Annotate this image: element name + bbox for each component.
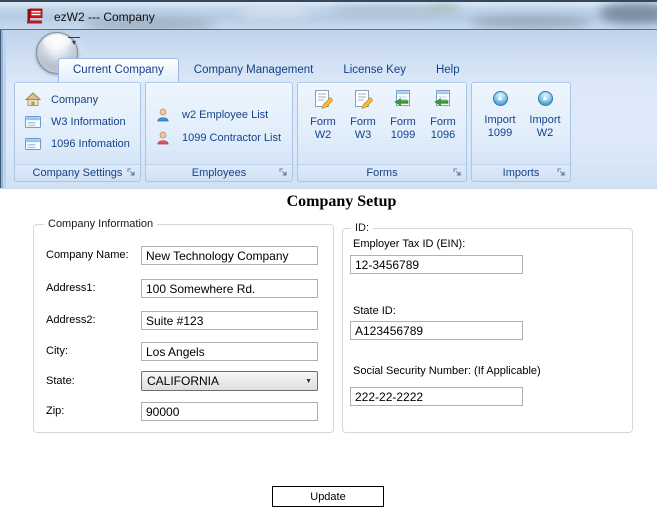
- page-title: Company Setup: [286, 193, 397, 210]
- update-button[interactable]: Update: [272, 486, 384, 507]
- table-icon: [25, 136, 42, 151]
- window-left-border: [0, 30, 6, 188]
- state-selected-value: CALIFORNIA: [147, 374, 220, 388]
- address1-input[interactable]: [141, 279, 318, 298]
- state-select[interactable]: CALIFORNIA ▼: [141, 371, 318, 391]
- company-name-input[interactable]: [141, 246, 318, 265]
- quick-access-dropdown-icon[interactable]: ▾: [68, 37, 80, 49]
- zip-label: Zip:: [46, 405, 65, 417]
- tab-help[interactable]: Help: [421, 58, 475, 82]
- tab-company-management[interactable]: Company Management: [179, 58, 329, 82]
- ssn-input[interactable]: [350, 387, 523, 406]
- ein-input[interactable]: [350, 255, 523, 274]
- ribbon-item-label: Company: [51, 93, 99, 106]
- ribbon-item-label: w2 Employee List: [182, 108, 269, 121]
- app-icon[interactable]: [26, 8, 44, 25]
- group-employees: w2 Employee List 1099 Contractor List Em…: [145, 82, 293, 182]
- address2-input[interactable]: [141, 311, 318, 330]
- window-title: ezW2 --- Company: [54, 10, 155, 24]
- ribbon-item-form-1099[interactable]: Form 1099: [381, 87, 425, 142]
- person-blue-icon: [156, 107, 173, 122]
- dialog-launcher-icon[interactable]: [556, 167, 567, 178]
- glass-reflection: [240, 8, 310, 18]
- chevron-down-icon: ▼: [305, 377, 312, 385]
- title-bar: ezW2 --- Company: [0, 0, 657, 30]
- company-information-groupbox: Company Information Company Name: Addres…: [33, 218, 334, 433]
- form-edit-icon: [353, 89, 374, 109]
- group-label-employees: Employees: [146, 164, 292, 181]
- group-imports: ▲ Import 1099 ▲ Import W2 Imports: [471, 82, 571, 182]
- glass-reflection: [330, 4, 440, 16]
- ribbon-item-label: W3 Information: [51, 115, 126, 128]
- address2-label: Address2:: [46, 314, 96, 326]
- ribbon-item-label: Form W3: [350, 116, 376, 141]
- ribbon-item-form-w3[interactable]: Form W3: [341, 87, 385, 142]
- table-icon: [25, 114, 42, 129]
- group-label-text: Company Settings: [32, 167, 123, 179]
- ribbon-item-w3-information[interactable]: W3 Information: [15, 111, 136, 132]
- state-id-label: State ID:: [353, 305, 396, 317]
- ribbon-item-label: 1099 Contractor List: [182, 131, 282, 144]
- group-company-settings: Company W3 Information 1096 Infomation C…: [14, 82, 141, 182]
- address1-label: Address1:: [46, 282, 96, 294]
- dialog-launcher-icon[interactable]: [126, 167, 137, 178]
- import-up-icon: ▲: [537, 91, 553, 106]
- glass-reflection: [600, 2, 657, 24]
- ribbon-item-company[interactable]: Company: [15, 89, 136, 110]
- group-label-imports: Imports: [472, 164, 570, 181]
- ribbon-item-form-1096[interactable]: Form 1096: [421, 87, 465, 142]
- zip-input[interactable]: [141, 402, 318, 421]
- form-import-icon: [433, 89, 453, 109]
- group-forms: Form W2 Form W3 Form 1099 Form 1096 Form…: [297, 82, 467, 182]
- glass-reflection: [430, 2, 460, 12]
- company-name-label: Company Name:: [46, 249, 129, 261]
- ribbon-item-1099-contractor-list[interactable]: 1099 Contractor List: [146, 127, 288, 148]
- ribbon-item-label: Import 1099: [484, 114, 516, 139]
- city-input[interactable]: [141, 342, 318, 361]
- group-label-forms: Forms: [298, 164, 466, 181]
- ribbon: ▾ Current Company Company Management Lic…: [0, 30, 657, 188]
- form-import-icon: [393, 89, 413, 109]
- ribbon-item-label: Form 1096: [430, 116, 456, 141]
- group-label-company-settings: Company Settings: [15, 164, 140, 181]
- glass-reflection: [470, 16, 590, 29]
- ribbon-item-label: Form 1099: [390, 116, 416, 141]
- ribbon-item-form-w2[interactable]: Form W2: [301, 87, 345, 142]
- state-id-input[interactable]: [350, 321, 523, 340]
- state-label: State:: [46, 375, 75, 387]
- group-label-text: Forms: [366, 167, 398, 179]
- ribbon-tab-bar: Current Company Company Management Licen…: [58, 56, 475, 82]
- person-red-icon: [156, 130, 173, 145]
- company-setup-panel: Company Setup Company Information Compan…: [0, 188, 657, 528]
- ribbon-item-label: Form W2: [310, 116, 336, 141]
- dialog-launcher-icon[interactable]: [278, 167, 289, 178]
- id-groupbox: ID: Employer Tax ID (EIN): State ID: Soc…: [342, 222, 633, 433]
- city-label: City:: [46, 345, 68, 357]
- groupbox-legend: Company Information: [44, 218, 158, 230]
- ein-label: Employer Tax ID (EIN):: [353, 238, 466, 250]
- up-arrow-glyph: ▲: [496, 95, 504, 102]
- ssn-label: Social Security Number: (If Applicable): [353, 365, 541, 377]
- dialog-launcher-icon[interactable]: [452, 167, 463, 178]
- home-icon: [25, 92, 42, 107]
- ribbon-item-import-1099[interactable]: ▲ Import 1099: [478, 87, 522, 140]
- ribbon-item-label: 1096 Infomation: [51, 137, 130, 150]
- groupbox-legend: ID:: [351, 222, 374, 234]
- ribbon-item-import-w2[interactable]: ▲ Import W2: [523, 87, 567, 140]
- up-arrow-glyph: ▲: [541, 95, 549, 102]
- import-up-icon: ▲: [492, 91, 508, 106]
- ribbon-item-w2-employee-list[interactable]: w2 Employee List: [146, 104, 288, 125]
- ribbon-item-1096-infomation[interactable]: 1096 Infomation: [15, 133, 136, 154]
- group-label-text: Imports: [502, 167, 540, 179]
- group-label-text: Employees: [191, 167, 247, 179]
- ribbon-item-label: Import W2: [529, 114, 561, 139]
- tab-license-key[interactable]: License Key: [328, 58, 421, 82]
- form-edit-icon: [313, 89, 334, 109]
- tab-current-company[interactable]: Current Company: [58, 58, 179, 82]
